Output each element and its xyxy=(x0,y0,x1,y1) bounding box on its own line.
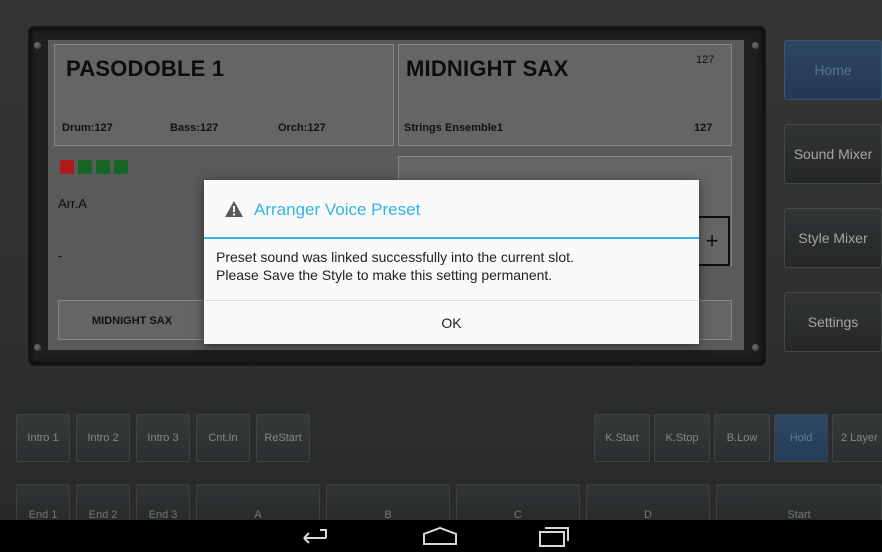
recents-icon[interactable] xyxy=(538,526,570,548)
app-screen: PASODOBLE 1 Drum:127 Bass:127 Orch:127 A… xyxy=(0,0,882,552)
warning-icon xyxy=(225,201,243,217)
home-icon[interactable] xyxy=(420,526,460,546)
ok-label: OK xyxy=(441,314,462,331)
android-navigation-bar xyxy=(0,520,882,552)
ok-button[interactable]: OK xyxy=(204,301,699,344)
arranger-voice-preset-dialog: Arranger Voice Preset Preset sound was l… xyxy=(204,180,699,344)
back-icon[interactable] xyxy=(300,526,330,546)
dialog-title-divider xyxy=(204,237,699,239)
dialog-message-line-2: Please Save the Style to make this setti… xyxy=(216,267,553,283)
dialog-message: Preset sound was linked successfully int… xyxy=(216,248,686,284)
dialog-message-line-1: Preset sound was linked successfully int… xyxy=(216,249,574,265)
dialog-title: Arranger Voice Preset xyxy=(254,200,421,219)
